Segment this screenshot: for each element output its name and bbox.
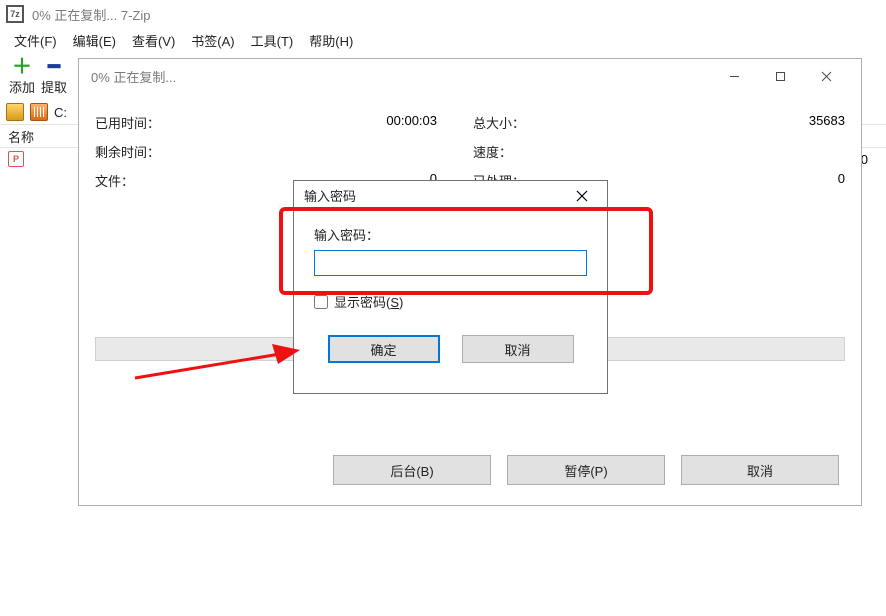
progress-dialog-titlebar[interactable]: 0% 正在复制... <box>79 59 861 93</box>
menu-tools[interactable]: 工具(T) <box>243 29 302 52</box>
show-password-checkbox[interactable] <box>314 295 328 309</box>
background-button[interactable]: 后台(B) <box>333 455 491 485</box>
menu-file[interactable]: 文件(F) <box>6 29 65 52</box>
main-title-text: 0% 正在复制... 7-Zip <box>32 5 150 24</box>
elapsed-value: 00:00:03 <box>211 113 467 132</box>
close-button[interactable] <box>803 61 849 91</box>
address-text: C: <box>54 105 67 120</box>
main-titlebar: 7z 0% 正在复制... 7-Zip <box>0 0 886 28</box>
close-icon <box>576 190 588 202</box>
minimize-icon <box>729 71 740 82</box>
password-dialog-titlebar[interactable]: 输入密码 <box>294 181 607 211</box>
ppt-icon: P <box>8 151 24 167</box>
menu-help[interactable]: 帮助(H) <box>301 29 361 52</box>
cancel-button[interactable]: 取消 <box>681 455 839 485</box>
password-dialog: 输入密码 输入密码： 显示密码(S) 确定 取消 <box>293 180 608 394</box>
menu-view[interactable]: 查看(V) <box>124 29 183 52</box>
cancel-button[interactable]: 取消 <box>462 335 574 363</box>
password-dialog-title: 输入密码 <box>304 186 356 205</box>
add-button[interactable]: ＋ 添加 <box>6 57 38 96</box>
pause-button[interactable]: 暂停(P) <box>507 455 665 485</box>
show-password-label[interactable]: 显示密码(S) <box>334 292 403 311</box>
maximize-icon <box>775 71 786 82</box>
menu-edit[interactable]: 编辑(E) <box>65 29 124 52</box>
folder-up-icon[interactable] <box>6 103 24 121</box>
progress-dialog-title: 0% 正在复制... <box>91 67 176 86</box>
file-block-value: 0 <box>861 152 878 167</box>
menu-bookmark[interactable]: 书签(A) <box>183 29 242 52</box>
progress-stats: 已用时间： 00:00:03 总大小： 35683 剩余时间： 速度： 文件： … <box>95 113 845 190</box>
add-label: 添加 <box>9 77 35 96</box>
files-label: 文件： <box>95 171 205 190</box>
password-prompt-label: 输入密码： <box>314 225 587 244</box>
extract-label: 提取 <box>41 77 67 96</box>
speed-value <box>589 142 845 161</box>
password-dialog-close-button[interactable] <box>567 181 597 211</box>
menubar: 文件(F) 编辑(E) 查看(V) 书签(A) 工具(T) 帮助(H) <box>0 28 886 52</box>
archive-icon[interactable] <box>30 103 48 121</box>
minus-icon: ━ <box>48 57 60 77</box>
speed-label: 速度： <box>473 142 583 161</box>
elapsed-label: 已用时间： <box>95 113 205 132</box>
maximize-button[interactable] <box>757 61 803 91</box>
password-input[interactable] <box>314 250 587 276</box>
extract-button[interactable]: ━ 提取 <box>38 57 70 96</box>
minimize-button[interactable] <box>711 61 757 91</box>
close-icon <box>821 71 832 82</box>
total-label: 总大小： <box>473 113 583 132</box>
sevenzip-app-icon: 7z <box>6 5 24 23</box>
remaining-value <box>211 142 467 161</box>
total-value: 35683 <box>589 113 845 132</box>
remaining-label: 剩余时间： <box>95 142 205 161</box>
plus-icon: ＋ <box>12 57 32 77</box>
processed-value: 0 <box>589 171 845 190</box>
ok-button[interactable]: 确定 <box>328 335 440 363</box>
